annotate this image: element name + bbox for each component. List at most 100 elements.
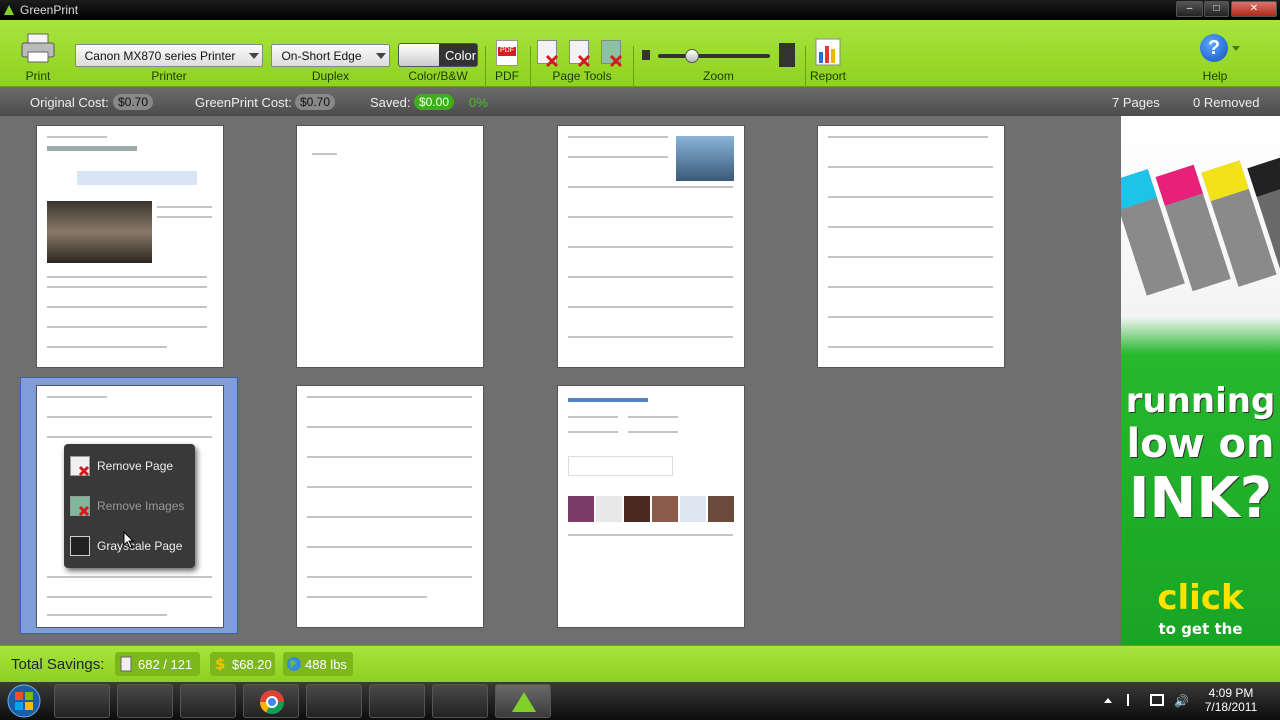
- text-line: [307, 426, 472, 428]
- pdf-button[interactable]: PDF PDF: [492, 38, 522, 86]
- clock[interactable]: 4:09 PM 7/18/2011: [1196, 686, 1266, 714]
- text-line: [307, 576, 472, 578]
- help-icon: ?: [1200, 34, 1228, 62]
- remove-images-menu-item[interactable]: Remove Images: [64, 488, 195, 524]
- red-x-icon: [577, 54, 591, 68]
- network-icon[interactable]: [1150, 694, 1164, 706]
- page-thumbnail-6[interactable]: [296, 385, 484, 628]
- color-toggle[interactable]: Color: [398, 43, 478, 67]
- text-line: [307, 546, 472, 548]
- co2-saved-value: 488 lbs: [305, 657, 347, 672]
- app-task-icon[interactable]: [306, 684, 362, 718]
- remove-page-menu-item[interactable]: Remove Page: [64, 448, 195, 484]
- clock-date: 7/18/2011: [1204, 700, 1258, 714]
- help-button[interactable]: ? Help: [1196, 32, 1240, 86]
- clock-time: 4:09 PM: [1208, 686, 1254, 700]
- page-thumbnail-1[interactable]: [36, 125, 224, 368]
- text-line: [568, 276, 733, 278]
- text-line: [568, 156, 668, 158]
- maximize-button[interactable]: □: [1204, 1, 1229, 17]
- thumbnail-image: [596, 496, 622, 522]
- page-thumbnail-3[interactable]: [557, 125, 745, 368]
- minimize-button[interactable]: –: [1176, 1, 1203, 17]
- remove-images-tool-button[interactable]: [601, 40, 625, 68]
- text-line: [47, 136, 107, 138]
- printer-select[interactable]: Canon MX870 series Printer: [75, 44, 263, 67]
- ink-advertisement[interactable]: running low on INK? click to get the: [1121, 116, 1280, 645]
- text-line: [307, 596, 427, 598]
- remove-images-label: Remove Images: [97, 499, 185, 513]
- banner-image: [77, 171, 197, 185]
- greenprint-task-icon[interactable]: [495, 684, 551, 718]
- page-context-menu: Remove Page Remove Images Grayscale Page: [64, 444, 195, 568]
- page-thumbnail-4[interactable]: [817, 125, 1005, 368]
- zoom-label: Zoom: [703, 69, 734, 83]
- explorer-folder-icon[interactable]: [117, 684, 173, 718]
- zoom-slider-thumb[interactable]: [684, 49, 699, 63]
- thumbnail-image: [568, 496, 594, 522]
- text-line: [307, 396, 472, 398]
- text-line: [568, 416, 618, 418]
- text-line: [828, 136, 988, 138]
- blue-app-icon[interactable]: [432, 684, 488, 718]
- report-button[interactable]: Report: [808, 38, 848, 86]
- text-line: [568, 246, 733, 248]
- thumbnail-image: [652, 496, 678, 522]
- printer-label: Printer: [151, 69, 187, 83]
- remove-text-tool-button[interactable]: [569, 40, 593, 68]
- text-line: [157, 216, 212, 218]
- pdf-task-icon[interactable]: [54, 684, 110, 718]
- ad-click-text: click: [1157, 578, 1244, 618]
- globe-icon: [287, 657, 301, 671]
- title-bar: GreenPrint – □ ✕: [0, 0, 1280, 20]
- color-bw-label: Color/B&W: [408, 69, 468, 83]
- pdf-icon: PDF: [496, 40, 518, 66]
- report-label: Report: [809, 69, 847, 83]
- volume-icon[interactable]: 🔊: [1174, 694, 1189, 708]
- grayscale-page-label: Grayscale Page: [97, 539, 183, 553]
- start-button-icon[interactable]: [2, 683, 46, 719]
- duplex-select[interactable]: On-Short Edge: [271, 44, 390, 67]
- thumbnail-image: [708, 496, 734, 522]
- greenprint-cost-label: GreenPrint Cost:: [195, 95, 292, 110]
- text-line: [312, 153, 337, 155]
- zoom-out-icon[interactable]: [642, 50, 650, 60]
- pencil-app-icon[interactable]: [180, 684, 236, 718]
- help-dropdown-icon[interactable]: [1232, 46, 1240, 51]
- page-thumbnail-2[interactable]: [296, 125, 484, 368]
- remove-page-icon: [70, 456, 90, 477]
- red-x-icon: [609, 54, 623, 68]
- original-cost-value: $0.70: [113, 94, 154, 110]
- photo-image: [676, 136, 734, 181]
- saved-value: $0.00: [414, 94, 455, 110]
- printer-icon: [21, 33, 55, 63]
- total-savings-bar: Total Savings: 682 / 121 $ $68.20 488 lb…: [0, 645, 1280, 682]
- zoom-in-icon[interactable]: [779, 43, 795, 67]
- toolbar: Print Canon MX870 series Printer Printer…: [0, 20, 1280, 100]
- grayscale-page-icon: [70, 536, 90, 556]
- ad-line-3: INK?: [1128, 466, 1273, 531]
- duplex-label: Duplex: [311, 69, 350, 83]
- text-line: [628, 416, 678, 418]
- close-button[interactable]: ✕: [1231, 1, 1277, 17]
- page-thumbnail-7[interactable]: [557, 385, 745, 628]
- headphones-app-icon[interactable]: [369, 684, 425, 718]
- print-button[interactable]: Print: [14, 28, 62, 86]
- cost-bar: Original Cost: $0.70 GreenPrint Cost: $0…: [0, 88, 1280, 116]
- text-line: [568, 336, 733, 338]
- text-line: [307, 456, 472, 458]
- tray-up-arrow-icon[interactable]: [1104, 698, 1112, 703]
- greenprint-logo-icon: [4, 5, 14, 15]
- original-cost-label: Original Cost:: [30, 95, 109, 110]
- text-line: [568, 136, 668, 138]
- thumbnail-image: [624, 496, 650, 522]
- text-line: [47, 436, 212, 438]
- ad-line-1: running: [1125, 381, 1276, 421]
- zoom-slider[interactable]: [658, 49, 770, 63]
- chrome-icon[interactable]: [243, 684, 299, 718]
- text-line: [47, 614, 167, 616]
- text-line: [568, 534, 733, 536]
- flag-icon[interactable]: [1127, 694, 1137, 706]
- mouse-cursor-icon: [123, 531, 135, 549]
- remove-page-tool-button[interactable]: [537, 40, 561, 68]
